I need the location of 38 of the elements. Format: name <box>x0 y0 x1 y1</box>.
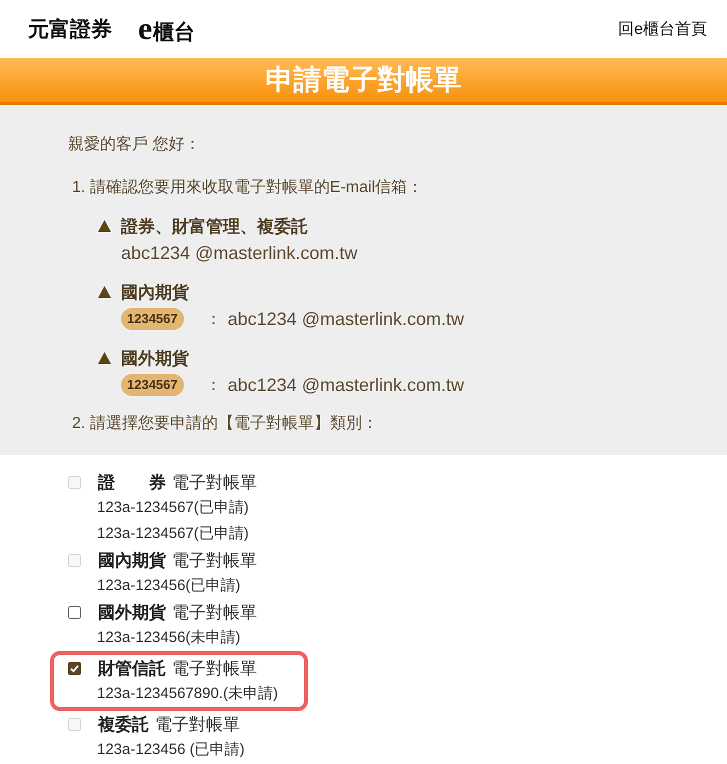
page-title: 申請電子對帳單 <box>266 63 462 97</box>
triangle-icon <box>98 286 111 298</box>
account-type-title: 證券、財富管理、複委託 <box>121 216 308 238</box>
product-name: e櫃台 <box>138 12 196 46</box>
account-status: 123a-1234567(已申請) <box>96 524 250 544</box>
account-status: 123a-1234567890.(未申請) <box>96 684 278 704</box>
triangle-icon <box>98 220 111 232</box>
statement-category: 財管信託 <box>98 658 166 680</box>
account-status: 123a-123456(已申請) <box>96 576 242 596</box>
statement-category: 國內期貨 <box>98 550 166 572</box>
step-text: 1. 請確認您要用來收取電子對帳單的E-mail信箱： <box>71 178 424 198</box>
brand-name: 元富證券 <box>28 16 112 43</box>
email-address: abc1234 @masterlink.com.tw <box>228 374 464 396</box>
account-number-badge: 1234567 <box>121 308 184 330</box>
statement-category: 複委託 <box>98 714 149 736</box>
email-address: abc1234 @masterlink.com.tw <box>228 308 464 330</box>
statement-label: 電子對帳單 <box>172 602 257 624</box>
statement-label: 電子對帳單 <box>155 714 240 736</box>
statement-category: 證 券 <box>98 472 166 494</box>
home-link[interactable]: 回e櫃台首頁 <box>618 18 707 40</box>
statement-label: 電子對帳單 <box>172 658 257 680</box>
account-status: 123a-123456 (已申請) <box>96 740 245 760</box>
email-address: abc1234 @masterlink.com.tw <box>121 242 358 264</box>
greeting-text: 親愛的客戶 您好： <box>68 134 202 155</box>
account-status: 123a-123456(未申請) <box>96 628 242 648</box>
colon-text: ： <box>206 310 222 330</box>
checkbox[interactable] <box>68 606 81 618</box>
account-type-title: 國外期貨 <box>121 348 189 370</box>
account-type-title: 國內期貨 <box>121 282 189 304</box>
statement-label: 電子對帳單 <box>172 472 257 494</box>
colon-text: ： <box>206 376 222 396</box>
triangle-icon <box>98 352 111 364</box>
checkbox[interactable] <box>68 662 81 674</box>
account-number-badge: 1234567 <box>121 374 184 396</box>
step-text: 2. 請選擇您要申請的【電子對帳單】類別： <box>71 414 379 434</box>
statement-category: 國外期貨 <box>98 602 166 624</box>
statement-label: 電子對帳單 <box>172 550 257 572</box>
account-status: 123a-1234567(已申請) <box>96 498 250 518</box>
